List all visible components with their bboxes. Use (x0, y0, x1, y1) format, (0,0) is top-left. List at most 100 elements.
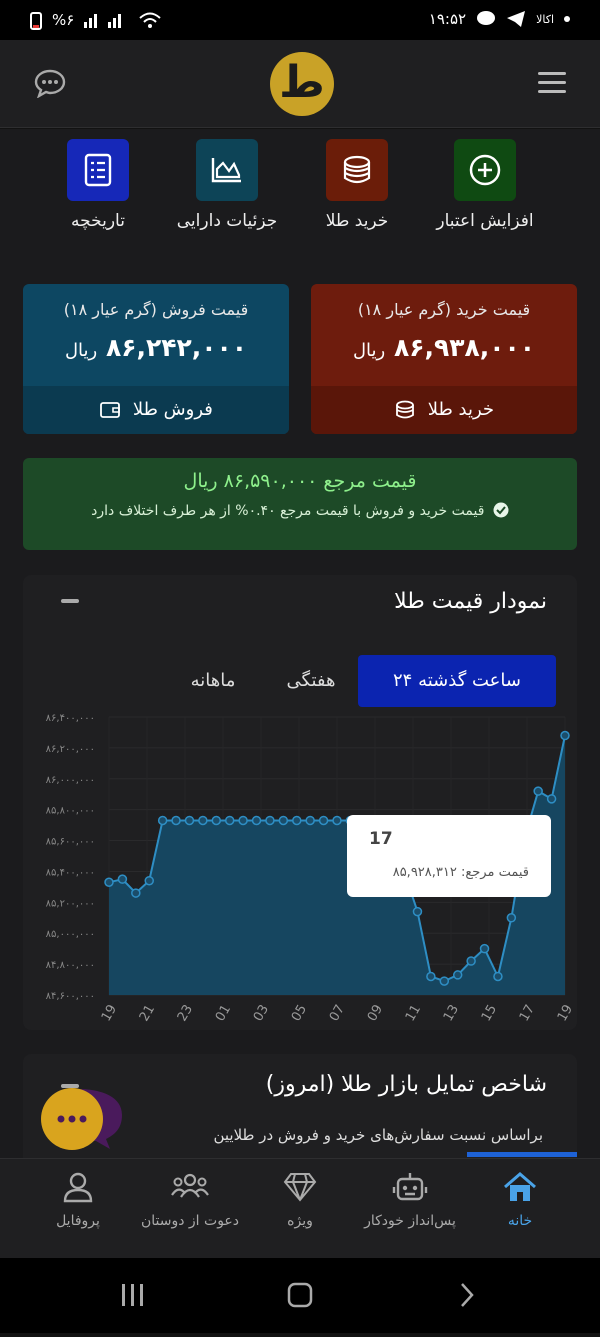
home-system-button[interactable] (287, 1282, 313, 1308)
x-tick-label: 05 (289, 1002, 310, 1024)
data-point[interactable] (479, 943, 490, 954)
data-point[interactable] (318, 815, 329, 826)
sell-gold-button-label: فروش طلا (132, 399, 213, 420)
data-point[interactable] (439, 976, 450, 986)
y-tick-label: ۸۶,۲۰۰,۰۰۰ (46, 744, 95, 755)
data-point[interactable] (171, 815, 181, 826)
data-point[interactable] (533, 786, 543, 796)
tab-weekly[interactable]: هفتگی (261, 655, 361, 707)
data-point[interactable] (546, 794, 557, 804)
y-tick-label: ۸۵,۴۰۰,۰۰۰ (46, 867, 95, 878)
history-label: تاریخچه (71, 211, 125, 231)
signal-icon (84, 14, 122, 28)
reference-price-note: قیمت خرید و فروش با قیمت مرجع ۰.۴۰% از ه… (23, 502, 577, 519)
data-point[interactable] (224, 815, 235, 826)
nav-home[interactable]: خانه (460, 1171, 580, 1229)
coins-icon (396, 400, 414, 419)
data-point[interactable] (104, 877, 114, 888)
data-point[interactable] (251, 815, 262, 826)
top-up-button[interactable]: افزایش اعتبار (420, 139, 550, 231)
users-icon (171, 1173, 209, 1198)
back-system-button[interactable] (461, 1283, 474, 1307)
data-point[interactable] (117, 874, 128, 884)
home-icon (504, 1172, 536, 1201)
x-tick-label: 09 (365, 1002, 386, 1024)
buy-gold-button-label: خرید طلا (427, 399, 495, 420)
tooltip-value: قیمت مرجع: ۸۵,۹۲۸,۳۱۲ (392, 865, 529, 880)
x-tick-label: 23 (175, 1002, 196, 1024)
data-point[interactable] (452, 970, 463, 980)
data-point[interactable] (292, 815, 302, 826)
nav-invite-label: دعوت از دوستان (140, 1213, 240, 1229)
buy-gold-button[interactable]: خرید طلا (311, 386, 577, 434)
data-point[interactable] (332, 815, 342, 826)
messenger-icon (477, 11, 496, 25)
trend-title: شاخص تمایل بازار طلا (امروز) (265, 1072, 547, 1097)
diamond-icon (283, 1173, 317, 1202)
data-point[interactable] (506, 913, 517, 923)
data-point[interactable] (211, 815, 222, 826)
collapse-icon[interactable] (61, 599, 79, 603)
history-button[interactable]: تاریخچه (33, 139, 163, 231)
data-point[interactable] (144, 875, 154, 886)
battery-icon (30, 12, 42, 30)
reference-note-text: قیمت خرید و فروش با قیمت مرجع ۰.۴۰% از ه… (91, 503, 485, 519)
data-point[interactable] (426, 971, 436, 982)
x-tick-label: 19 (555, 1002, 576, 1024)
dot-icon (564, 16, 570, 22)
data-point[interactable] (157, 815, 168, 826)
nav-profile-label: پروفایل (56, 1213, 100, 1229)
data-point[interactable] (184, 815, 195, 826)
status-bar: %۶ ۱۹:۵۲ اکالا (0, 0, 600, 40)
y-tick-label: ۸۵,۶۰۰,۰۰۰ (46, 837, 95, 848)
bottom-navigation: خانه پس‌انداز خودکار ویژه دعوت از دوستان… (0, 1158, 600, 1258)
recent-apps-button[interactable] (122, 1284, 143, 1306)
hamburger-menu-icon[interactable] (538, 72, 566, 94)
nav-profile[interactable]: پروفایل (18, 1171, 138, 1229)
data-point[interactable] (265, 815, 275, 826)
battery-percent: %۶ (52, 11, 75, 29)
y-tick-label: ۸۴,۸۰۰,۰۰۰ (46, 960, 95, 971)
chart-icon (196, 139, 258, 201)
nav-auto-savings[interactable]: پس‌انداز خودکار (350, 1171, 470, 1229)
data-point[interactable] (560, 730, 570, 741)
asset-details-button[interactable]: جزئیات دارایی (162, 139, 292, 231)
y-tick-label: ۸۶,۰۰۰,۰۰۰ (46, 775, 95, 786)
check-circle-icon (493, 502, 509, 518)
x-tick-label: 07 (327, 1002, 348, 1024)
data-point[interactable] (305, 815, 315, 826)
trend-indicator-bar (467, 1152, 577, 1157)
x-tick-label: 01 (213, 1002, 234, 1024)
data-point[interactable] (466, 956, 476, 966)
chart-title: نمودار قیمت طلا (394, 589, 547, 614)
carrier-label: اکالا (536, 12, 554, 26)
x-tick-label: 19 (99, 1002, 120, 1024)
coins-stack-icon (326, 139, 388, 201)
tab-24h[interactable]: ۲۴ ساعت گذشته (358, 655, 556, 707)
nav-auto-savings-label: پس‌انداز خودکار (364, 1213, 456, 1229)
main-content: افزایش اعتبار خرید طلا جزئیات دارایی تار… (0, 129, 600, 1204)
top-up-label: افزایش اعتبار (436, 211, 534, 231)
gold-price-chart-card: نمودار قیمت طلا ۲۴ ساعت گذشته هفتگی ماها… (23, 575, 577, 1030)
buy-price-value: ۸۶,۹۳۸,۰۰۰ ریال (352, 333, 536, 362)
chat-bubble-icon (41, 1088, 122, 1150)
data-point[interactable] (198, 815, 208, 826)
nav-invite-friends[interactable]: دعوت از دوستان (130, 1171, 250, 1229)
y-tick-label: ۸۴,۶۰۰,۰۰۰ (46, 991, 95, 1002)
x-tick-label: 13 (441, 1002, 462, 1024)
buy-gold-quick-label: خرید طلا (325, 211, 389, 231)
data-point[interactable] (238, 815, 248, 826)
chat-icon[interactable] (34, 68, 66, 99)
data-point[interactable] (412, 906, 423, 917)
nav-special[interactable]: ویژه (240, 1171, 360, 1229)
buy-gold-quick-button[interactable]: خرید طلا (292, 139, 422, 231)
app-logo: ط (270, 52, 334, 116)
data-point[interactable] (131, 888, 141, 898)
y-tick-label: ۸۵,۲۰۰,۰۰۰ (46, 898, 95, 909)
tab-monthly[interactable]: ماهانه (168, 655, 258, 707)
support-chat-fab[interactable] (40, 1085, 124, 1151)
x-tick-label: 03 (251, 1002, 272, 1024)
data-point[interactable] (493, 971, 503, 982)
sell-gold-button[interactable]: فروش طلا (23, 386, 289, 434)
data-point[interactable] (278, 815, 289, 826)
